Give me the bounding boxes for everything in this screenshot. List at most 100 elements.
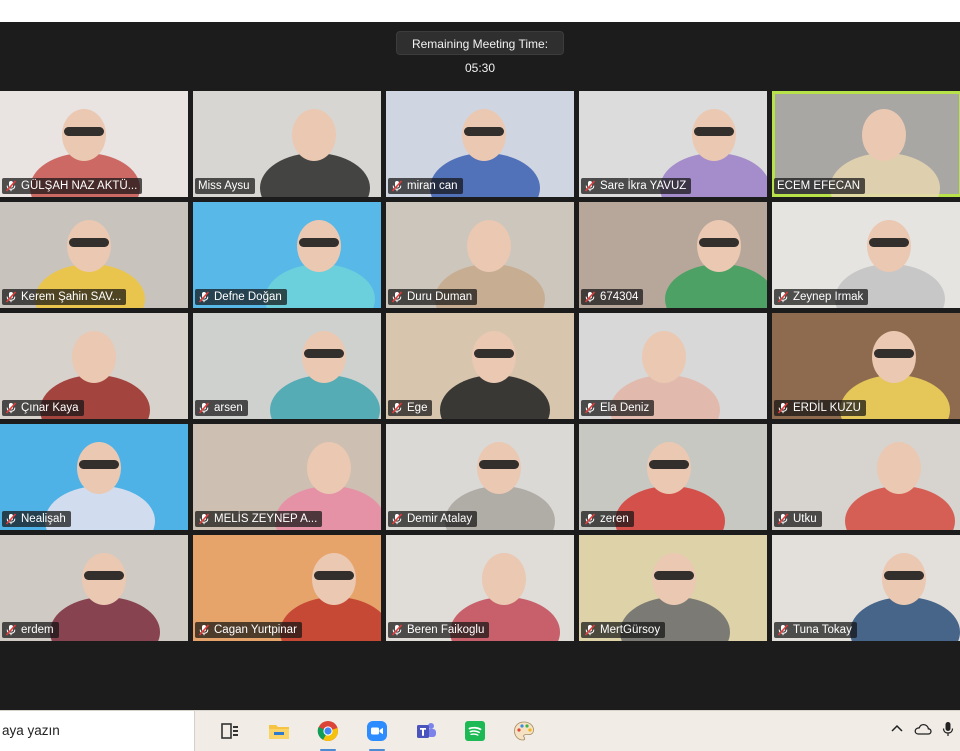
participant-tile[interactable]: Defne Doğan <box>193 202 381 308</box>
participant-nameplate: ECEM EFECAN <box>774 178 866 194</box>
mic-muted-icon <box>777 624 789 636</box>
mic-muted-icon <box>777 291 789 303</box>
participant-tile[interactable]: GÜLŞAH NAZ AKTÜ... <box>0 91 188 197</box>
task-view-icon[interactable] <box>216 717 244 745</box>
mic-muted-icon <box>584 402 596 414</box>
participant-name: Miss Aysu <box>198 180 250 192</box>
participant-nameplate: Demir Atalay <box>388 511 478 527</box>
participant-nameplate: Zeynep Irmak <box>774 289 869 305</box>
participant-nameplate: Ege <box>388 400 433 416</box>
participant-name: Çınar Kaya <box>21 402 79 414</box>
participant-tile[interactable]: Beren Faikoglu <box>386 535 574 641</box>
participant-grid: GÜLŞAH NAZ AKTÜ... Miss Aysu miran can Sare… <box>0 91 960 641</box>
mic-muted-icon <box>198 402 210 414</box>
participant-nameplate: Ela Deniz <box>581 400 655 416</box>
participant-name: Zeynep Irmak <box>793 291 864 303</box>
mic-muted-icon <box>198 513 210 525</box>
participant-nameplate: Beren Faikoglu <box>388 622 490 638</box>
mic-muted-icon <box>391 624 403 636</box>
sunglasses-shape <box>694 127 734 136</box>
participant-nameplate: GÜLŞAH NAZ AKTÜ... <box>2 178 143 194</box>
participant-tile[interactable]: ECEM EFECAN <box>772 91 960 197</box>
participant-nameplate: Kerem Şahin SAV... <box>2 289 127 305</box>
participant-tile[interactable]: 674304 <box>579 202 767 308</box>
remaining-meeting-time: Remaining Meeting Time: 05:30 <box>396 31 564 75</box>
participant-tile[interactable]: Utku <box>772 424 960 530</box>
participant-nameplate: Tuna Tokay <box>774 622 857 638</box>
taskbar-search-box[interactable]: aya yazın <box>0 711 195 751</box>
participant-tile[interactable]: Ege <box>386 313 574 419</box>
onedrive-cloud-icon[interactable] <box>914 722 932 741</box>
participant-nameplate: Nealişah <box>2 511 71 527</box>
participant-name: Ela Deniz <box>600 402 650 414</box>
participant-name: Demir Atalay <box>407 513 473 525</box>
participant-tile[interactable]: MertGürsoy <box>579 535 767 641</box>
mic-muted-icon <box>584 291 596 303</box>
participant-name: MELİS ZEYNEP A... <box>214 513 318 525</box>
meeting-window: Remaining Meeting Time: 05:30 GÜLŞAH NAZ… <box>0 22 960 710</box>
participant-tile[interactable]: miran can <box>386 91 574 197</box>
mic-muted-icon <box>5 402 17 414</box>
participant-tile[interactable]: Demir Atalay <box>386 424 574 530</box>
participant-tile[interactable]: Cagan Yurtpinar <box>193 535 381 641</box>
teams-icon[interactable] <box>412 717 440 745</box>
participant-name: Defne Doğan <box>214 291 282 303</box>
participant-name: erdem <box>21 624 54 636</box>
participant-tile[interactable]: ERDİL KUZU <box>772 313 960 419</box>
participant-nameplate: Duru Duman <box>388 289 478 305</box>
sunglasses-shape <box>649 460 689 469</box>
mic-muted-icon <box>391 513 403 525</box>
sunglasses-shape <box>699 238 739 247</box>
spotify-icon[interactable] <box>461 717 489 745</box>
mic-muted-icon <box>777 513 789 525</box>
mic-muted-icon <box>584 180 596 192</box>
mic-muted-icon <box>391 180 403 192</box>
windows-taskbar: aya yazın <box>0 710 960 751</box>
sunglasses-shape <box>299 238 339 247</box>
participant-tile[interactable]: zeren <box>579 424 767 530</box>
participant-name: ERDİL KUZU <box>793 402 861 414</box>
participant-tile[interactable]: Tuna Tokay <box>772 535 960 641</box>
participant-tile[interactable]: Duru Duman <box>386 202 574 308</box>
participant-name: Duru Duman <box>407 291 473 303</box>
participant-nameplate: erdem <box>2 622 59 638</box>
paint-icon[interactable] <box>510 717 538 745</box>
participant-tile[interactable]: MELİS ZEYNEP A... <box>193 424 381 530</box>
mic-muted-icon <box>391 291 403 303</box>
mic-muted-icon <box>198 291 210 303</box>
mic-muted-icon <box>5 624 17 636</box>
participant-tile[interactable]: Zeynep Irmak <box>772 202 960 308</box>
participant-tile[interactable]: arsen <box>193 313 381 419</box>
participant-nameplate: miran can <box>388 178 463 194</box>
sunglasses-shape <box>84 571 124 580</box>
participant-tile[interactable]: erdem <box>0 535 188 641</box>
sunglasses-shape <box>474 349 514 358</box>
participant-tile[interactable]: Kerem Şahin SAV... <box>0 202 188 308</box>
participant-nameplate: Miss Aysu <box>195 178 255 194</box>
participant-name: Nealişah <box>21 513 66 525</box>
microphone-icon[interactable] <box>942 721 954 742</box>
system-tray <box>890 711 954 751</box>
mic-muted-icon <box>584 513 596 525</box>
participant-tile[interactable]: Miss Aysu <box>193 91 381 197</box>
zoom-icon[interactable] <box>363 717 391 751</box>
participant-nameplate: Cagan Yurtpinar <box>195 622 302 638</box>
chevron-up-icon[interactable] <box>890 722 904 741</box>
participant-name: Sare İkra YAVUZ <box>600 180 687 192</box>
sunglasses-shape <box>64 127 104 136</box>
chrome-icon[interactable] <box>314 717 342 751</box>
participant-tile[interactable]: Çınar Kaya <box>0 313 188 419</box>
participant-name: arsen <box>214 402 243 414</box>
participant-name: zeren <box>600 513 629 525</box>
participant-nameplate: Defne Doğan <box>195 289 287 305</box>
sunglasses-shape <box>654 571 694 580</box>
mic-muted-icon <box>198 624 210 636</box>
participant-tile[interactable]: Sare İkra YAVUZ <box>579 91 767 197</box>
participant-tile[interactable]: Nealişah <box>0 424 188 530</box>
mic-muted-icon <box>391 402 403 414</box>
file-explorer-icon[interactable] <box>265 717 293 745</box>
mic-muted-icon <box>777 402 789 414</box>
participant-name: Beren Faikoglu <box>407 624 485 636</box>
mic-muted-icon <box>5 513 17 525</box>
participant-tile[interactable]: Ela Deniz <box>579 313 767 419</box>
